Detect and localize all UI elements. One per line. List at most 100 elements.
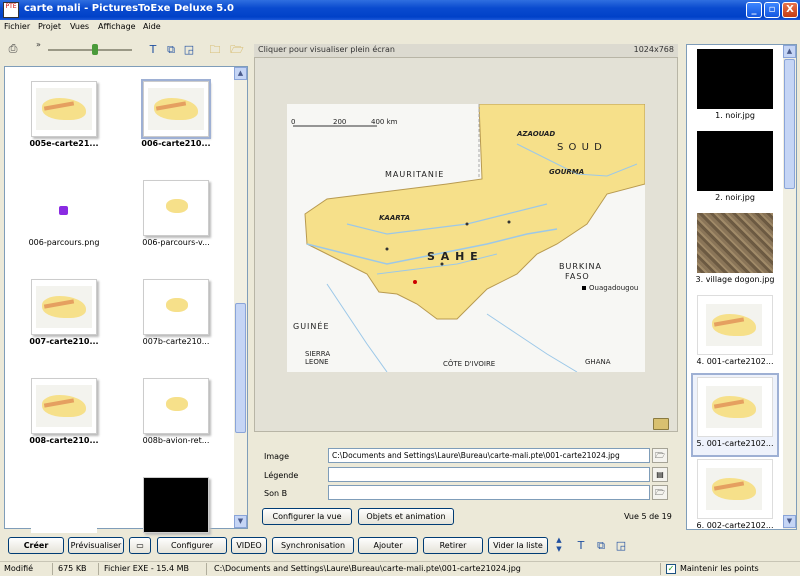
thumbnail-image[interactable]: [143, 180, 209, 236]
synchronisation-button[interactable]: Synchronisation: [272, 537, 354, 554]
thumbnail-image[interactable]: [31, 180, 97, 236]
slide-list-panel: 1. noir.jpg 2. noir.jpg 3. village dogon.j…: [686, 44, 797, 530]
menu-vues[interactable]: Vues: [70, 22, 89, 31]
up-folder-icon[interactable]: 🗁: [230, 43, 244, 57]
map-label-kaarta: KAARTA: [379, 214, 410, 222]
text-icon[interactable]: T: [146, 43, 160, 57]
slide-thumbnail[interactable]: [697, 213, 773, 273]
thumbnail-item[interactable]: 008-carte210...: [9, 370, 119, 460]
clear-list-button[interactable]: Vider la liste: [488, 537, 548, 554]
printer-icon[interactable]: ⎙: [6, 42, 20, 56]
keep-points-checkbox[interactable]: ✓: [666, 564, 676, 574]
keep-points-label[interactable]: Maintenir les points: [680, 564, 759, 573]
left-scrollbar[interactable]: ▲ ▼: [234, 67, 247, 528]
son-input[interactable]: [328, 485, 650, 500]
map-label-ouagadougou: Ouagadougou: [589, 284, 639, 292]
close-button[interactable]: X: [782, 2, 798, 18]
scale-mid: 200: [333, 118, 347, 126]
status-modified: Modifié: [4, 564, 34, 573]
slide-thumbnail[interactable]: [697, 377, 773, 437]
screen-icon-button[interactable]: ▭: [129, 537, 151, 554]
slide-thumbnail[interactable]: [697, 131, 773, 191]
slide-label: 5. 001-carte2102...: [696, 439, 774, 448]
thumbnail-image[interactable]: [143, 378, 209, 434]
son-browse-button[interactable]: 🗁: [652, 485, 668, 500]
move-updown-icon[interactable]: ▲ ▼: [554, 536, 564, 556]
thumbnail-image[interactable]: [143, 477, 209, 533]
slide-item[interactable]: 1. noir.jpg: [693, 47, 777, 127]
zoom-slider-track[interactable]: [48, 49, 132, 51]
image-path-input[interactable]: C:\Documents and Settings\Laure\Bureau\c…: [328, 448, 650, 463]
frame-icon-bottom[interactable]: ◲: [614, 539, 628, 553]
configure-button[interactable]: Configurer: [157, 537, 227, 554]
slide-item[interactable]: 4. 001-carte2102...: [693, 293, 777, 373]
scroll-down-button[interactable]: ▼: [234, 515, 247, 528]
slide-item[interactable]: 6. 002-carte2102...: [693, 457, 777, 537]
thumbnail-label: 006-carte210...: [141, 139, 211, 148]
zoom-slider-thumb[interactable]: [92, 44, 98, 55]
video-button[interactable]: VIDEO: [231, 537, 267, 554]
thumbnail-image[interactable]: [31, 477, 97, 533]
folder-icon[interactable]: [653, 418, 669, 430]
slide-thumbnail[interactable]: [697, 295, 773, 355]
slide-item[interactable]: 5. 001-carte2102...: [691, 373, 779, 457]
maximize-button[interactable]: ▫: [764, 2, 780, 18]
thumbnail-image[interactable]: [141, 79, 211, 139]
slide-item[interactable]: 3. village dogon.jpg: [693, 211, 777, 291]
text-icon-bottom[interactable]: T: [574, 539, 588, 553]
menu-aide[interactable]: Aide: [143, 22, 161, 31]
thumbnail-item[interactable]: 007b-carte210...: [121, 271, 231, 361]
preview-hint[interactable]: Cliquer pour visualiser plein écran: [258, 45, 395, 54]
preview-area[interactable]: 0 200 400 km MAURITANIE S O U D S A H E …: [254, 57, 678, 432]
preview-button[interactable]: Prévisualiser: [68, 537, 124, 554]
map-preview-image[interactable]: 0 200 400 km MAURITANIE S O U D S A H E …: [287, 104, 645, 372]
menu-bar: Fichier Projet Vues Affichage Aide: [0, 20, 800, 34]
thumbnail-image[interactable]: [31, 81, 97, 137]
slide-item[interactable]: 2. noir.jpg: [693, 129, 777, 209]
scroll-up-button[interactable]: ▲: [234, 67, 247, 80]
legende-edit-button[interactable]: ▤: [652, 467, 668, 482]
title-bar[interactable]: PTE carte mali - PicturesToExe Deluxe 5.…: [0, 0, 800, 20]
thumbnail-item[interactable]: 006-parcours.png: [9, 172, 119, 262]
window-title: carte mali - PicturesToExe Deluxe 5.0: [24, 3, 235, 14]
right-scrollbar[interactable]: ▲ ▼: [783, 45, 796, 529]
scale-end: 400 km: [371, 118, 398, 126]
copy-icon[interactable]: ⧉: [164, 43, 178, 57]
copy-icon-bottom[interactable]: ⧉: [594, 539, 608, 553]
slide-label: 3. village dogon.jpg: [695, 275, 775, 284]
thumbnail-item[interactable]: 006-carte210...: [121, 73, 231, 163]
thumbnail-image[interactable]: [31, 279, 97, 335]
image-browse-button[interactable]: 🗁: [652, 448, 668, 463]
create-button[interactable]: Créer: [8, 537, 64, 554]
right-scroll-up-button[interactable]: ▲: [783, 45, 796, 58]
configure-view-button[interactable]: Configurer la vue: [262, 508, 352, 525]
right-scroll-down-button[interactable]: ▼: [783, 515, 796, 528]
thumbnail-label: 006-parcours.png: [28, 238, 100, 247]
thumbnail-item[interactable]: 008b-avion-ret...: [121, 370, 231, 460]
legende-input[interactable]: [328, 467, 650, 482]
status-path: C:\Documents and Settings\Laure\Bureau\c…: [214, 564, 521, 573]
open-folder-icon[interactable]: 🗀: [208, 43, 222, 57]
objects-animation-button[interactable]: Objets et animation: [358, 508, 454, 525]
map-label-cote-ivoire: CÔTE D'IVOIRE: [443, 360, 496, 368]
right-scroll-thumb[interactable]: [784, 59, 795, 189]
minimize-button[interactable]: _: [746, 2, 762, 18]
expand-icon[interactable]: »: [36, 40, 41, 49]
thumbnail-item[interactable]: 007-carte210...: [9, 271, 119, 361]
menu-affichage[interactable]: Affichage: [98, 22, 136, 31]
slide-label: 1. noir.jpg: [715, 111, 755, 120]
thumbnail-item[interactable]: 005e-carte21...: [9, 73, 119, 163]
thumbnail-image[interactable]: [143, 279, 209, 335]
frame-icon[interactable]: ◲: [182, 43, 196, 57]
remove-button[interactable]: Retirer: [423, 537, 483, 554]
scroll-thumb[interactable]: [235, 303, 246, 433]
slide-thumbnail[interactable]: [697, 49, 773, 109]
add-button[interactable]: Ajouter: [358, 537, 418, 554]
thumbnail-image[interactable]: [31, 378, 97, 434]
menu-fichier[interactable]: Fichier: [4, 22, 30, 31]
view-counter: Vue 5 de 19: [624, 512, 672, 521]
thumbnail-label: 007b-carte210...: [142, 337, 210, 346]
thumbnail-item[interactable]: 006-parcours-v...: [121, 172, 231, 262]
menu-projet[interactable]: Projet: [38, 22, 61, 31]
slide-thumbnail[interactable]: [697, 459, 773, 519]
